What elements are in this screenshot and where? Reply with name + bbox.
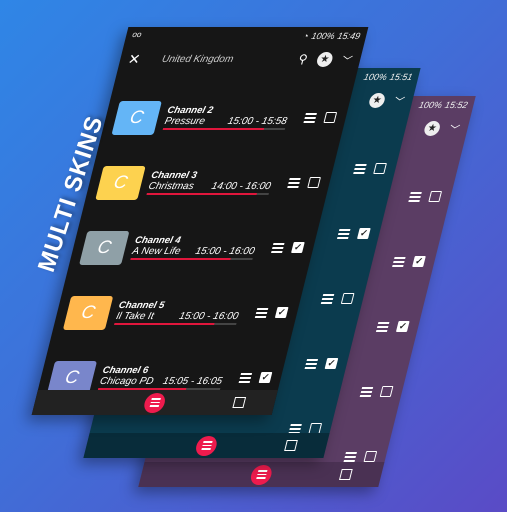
square-icon[interactable] (284, 440, 298, 451)
checkbox[interactable]: ✓ (356, 228, 371, 239)
channel-name: Channel 6 (101, 365, 150, 377)
program-title: A New Life (130, 246, 182, 258)
square-icon[interactable] (339, 469, 353, 480)
channel-name: Channel 2 (166, 105, 215, 117)
program-time: 15:00 - 16:00 (194, 246, 256, 258)
checkbox[interactable]: ✓ (274, 307, 289, 318)
program-title: Christmas (147, 181, 195, 193)
close-icon[interactable]: ✕ (126, 51, 143, 68)
menu-button[interactable] (248, 464, 274, 485)
program-time: 15:00 - 16:00 (177, 311, 240, 323)
chevron-down-icon[interactable]: ﹀ (341, 52, 355, 67)
checkbox[interactable]: ✓ (324, 358, 339, 369)
progress-bar (114, 323, 237, 325)
voicemail-icon: oo (131, 30, 143, 39)
channel-name: Channel 3 (149, 170, 199, 182)
reorder-icon[interactable] (353, 163, 367, 174)
program-time: 15:00 - 15:58 (226, 116, 289, 128)
checkbox[interactable] (373, 163, 387, 174)
square-icon[interactable] (232, 397, 247, 408)
reorder-icon[interactable] (254, 307, 269, 318)
reorder-icon[interactable] (271, 242, 285, 253)
battery: 100% (417, 100, 444, 110)
time: 15:49 (336, 31, 362, 41)
battery: 100% (310, 31, 336, 41)
program-title: Il Take It (114, 311, 155, 323)
program-time: 14:00 - 16:00 (210, 181, 272, 193)
progress-bar (130, 258, 253, 260)
channel-logo: C (62, 295, 114, 330)
chevron-down-icon[interactable]: ﹀ (448, 121, 462, 136)
time: 15:51 (388, 72, 414, 82)
channel-logo: C (111, 100, 163, 135)
channel-name: Channel 4 (133, 235, 182, 247)
reorder-icon[interactable] (288, 423, 302, 434)
channel-row[interactable]: C Channel 4A New Life 15:00 - 16:00 ✓ (65, 215, 321, 280)
search-icon[interactable]: ⚲ (297, 52, 309, 66)
progress-bar (146, 193, 269, 195)
bottom-bar (83, 433, 330, 458)
reorder-icon[interactable] (238, 372, 253, 383)
toolbar: ✕ United Kingdom ⚲ ★ ﹀ (117, 45, 364, 73)
checkbox[interactable]: ✓ (395, 321, 410, 332)
checkbox[interactable] (307, 177, 321, 188)
channel-logo: C (79, 230, 130, 265)
channel-logo: C (95, 165, 146, 200)
chevron-down-icon[interactable]: ﹀ (393, 93, 407, 108)
bottom-bar (31, 390, 278, 415)
wifi-icon: ◔ (301, 31, 310, 41)
checkbox[interactable]: ✓ (291, 242, 305, 253)
channel-row[interactable]: C Channel 5 Il Take It 15:00 - 16:00 ✓ (49, 280, 305, 345)
bottom-bar (138, 462, 385, 487)
channel-name: Channel 5 (117, 300, 166, 312)
program-title: Chicago PD (98, 376, 155, 388)
reorder-icon[interactable] (303, 112, 318, 123)
star-icon[interactable]: ★ (422, 120, 442, 136)
reorder-icon[interactable] (392, 256, 406, 267)
checkbox[interactable] (340, 293, 355, 304)
channel-row[interactable]: C Channel 3 Christmas 14:00 - 16:00 (81, 150, 337, 215)
program-title: Pressure (163, 116, 207, 128)
status-bar: oo ◔ 100% 15:49 (124, 27, 368, 45)
checkbox[interactable]: ✓ (412, 256, 426, 267)
country-title: United Kingdom (160, 53, 235, 65)
reorder-icon[interactable] (359, 386, 374, 397)
battery: 100% (362, 72, 389, 82)
reorder-icon[interactable] (376, 321, 390, 332)
reorder-icon[interactable] (337, 228, 351, 239)
star-icon[interactable]: ★ (367, 92, 387, 108)
reorder-icon[interactable] (320, 293, 335, 304)
checkbox[interactable] (323, 112, 338, 123)
program-time: 15:05 - 16:05 (161, 376, 224, 388)
progress-bar (162, 128, 286, 130)
menu-button[interactable] (194, 435, 219, 456)
checkbox[interactable]: ✓ (258, 372, 273, 383)
reorder-icon[interactable] (304, 358, 319, 369)
checkbox[interactable] (363, 451, 378, 462)
reorder-icon[interactable] (287, 177, 301, 188)
reorder-icon[interactable] (408, 191, 422, 202)
menu-button[interactable] (142, 392, 168, 413)
checkbox[interactable] (428, 191, 443, 202)
time: 15:52 (443, 100, 469, 110)
reorder-icon[interactable] (343, 451, 358, 462)
channel-row[interactable]: C Channel 2 Pressure 15:00 - 15:58 (98, 85, 354, 150)
checkbox[interactable] (379, 386, 394, 397)
star-icon[interactable]: ★ (315, 51, 335, 67)
